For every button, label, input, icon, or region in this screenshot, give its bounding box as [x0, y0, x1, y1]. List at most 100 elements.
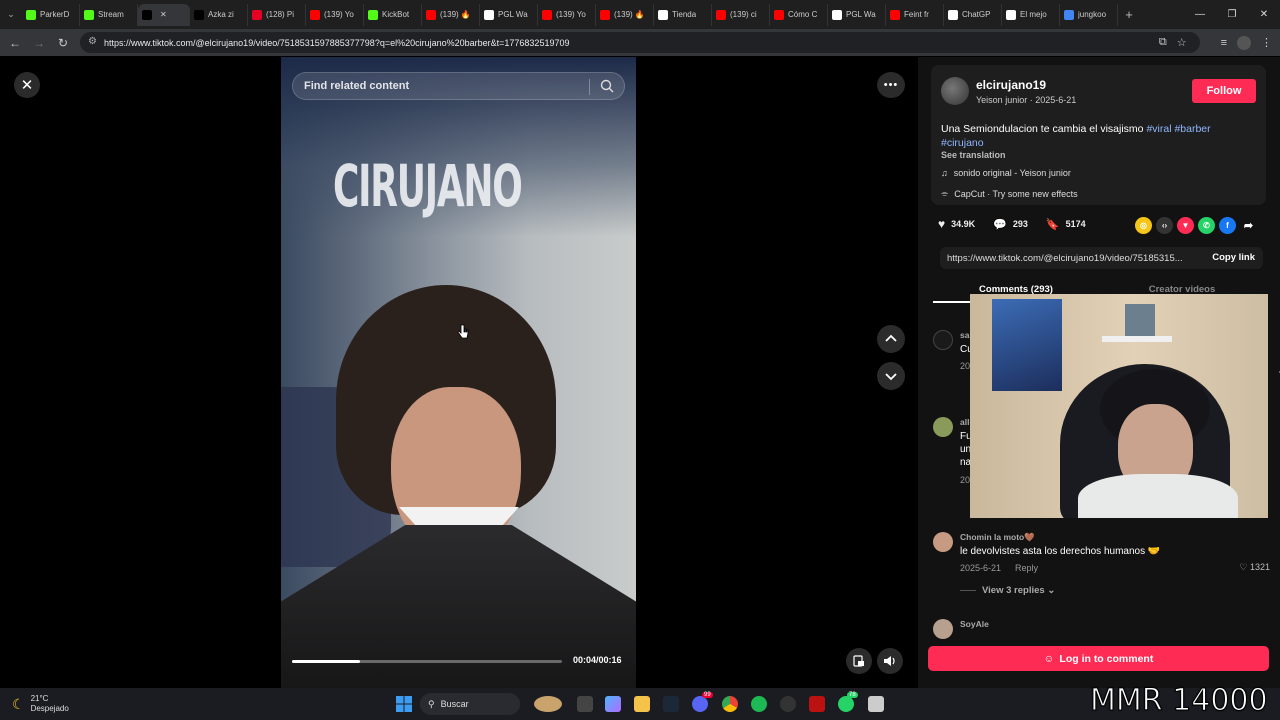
spotify-icon[interactable] — [751, 696, 767, 712]
coin-icon[interactable]: ◎ — [1135, 217, 1152, 234]
reply-button[interactable]: Reply — [1015, 563, 1038, 573]
close-video-button[interactable]: ✕ — [14, 72, 40, 98]
whatsapp-icon[interactable]: ✆ — [1198, 217, 1215, 234]
hashtag-link[interactable]: #barber — [1174, 123, 1210, 135]
new-tab-button[interactable]: + — [1118, 7, 1140, 22]
close-tab-icon[interactable]: ✕ — [160, 10, 167, 19]
video-progress-bar[interactable] — [292, 660, 562, 663]
browser-tab[interactable]: Tienda — [654, 3, 712, 26]
discord-icon[interactable] — [692, 696, 708, 712]
copilot-icon[interactable] — [605, 696, 621, 712]
restore-icon[interactable]: ❐ — [1216, 0, 1248, 29]
browser-tab[interactable]: (139) 🔥 — [596, 3, 654, 26]
view-replies-button[interactable]: View 3 replies ⌄ — [960, 585, 1055, 596]
mouse-cursor-icon — [457, 324, 469, 339]
browser-tab[interactable]: ChatGP — [944, 3, 1002, 26]
facebook-icon[interactable]: f — [1219, 217, 1236, 234]
browser-tab[interactable]: Feint fr — [886, 3, 944, 26]
copy-link-button[interactable]: Copy link — [1212, 252, 1255, 263]
find-related-search[interactable]: Find related content — [292, 72, 625, 100]
creator-username[interactable]: elcirujano19 — [976, 78, 1046, 92]
app-icon[interactable] — [780, 696, 796, 712]
commenter-name[interactable]: Chomin la moto🤎 — [960, 532, 1035, 543]
comment-like-button[interactable]: ♡ 1321 — [1239, 562, 1270, 573]
volume-button[interactable] — [877, 648, 903, 674]
comment-button[interactable]: 💬 293 — [993, 218, 1028, 231]
calculator-icon[interactable] — [868, 696, 884, 712]
discord-badge: 99 — [702, 692, 713, 698]
commenter-avatar[interactable] — [933, 330, 953, 350]
commenter-name[interactable]: SoyAle — [960, 619, 989, 629]
browser-tab[interactable]: (139) Yo — [538, 3, 596, 26]
weather-widget[interactable]: ☾ 21°C Despejado — [12, 694, 69, 714]
commenter-avatar[interactable] — [933, 417, 953, 437]
next-video-button[interactable] — [877, 362, 905, 390]
previous-video-button[interactable] — [877, 325, 905, 353]
webcam-overlay — [970, 294, 1268, 518]
media-icon[interactable]: ≡ — [1221, 37, 1227, 49]
whatsapp-icon[interactable] — [838, 696, 854, 712]
browser-tab[interactable]: (139) Yo — [306, 3, 364, 26]
browser-tab[interactable]: PGL Wa — [480, 3, 538, 26]
browser-tab[interactable]: KickBot — [364, 3, 422, 26]
commenter-name[interactable]: all — [960, 417, 969, 427]
browser-tab[interactable]: ✕ — [138, 3, 190, 26]
file-explorer-icon[interactable] — [634, 696, 650, 712]
forward-icon[interactable]: → — [27, 31, 51, 55]
back-icon[interactable]: ← — [3, 31, 27, 55]
menu-icon[interactable]: ⋮ — [1261, 36, 1272, 49]
capcut-link[interactable]: ⌯ CapCut · Try some new effects — [941, 188, 1078, 199]
address-bar[interactable]: ⚙ https://www.tiktok.com/@elcirujano19/v… — [80, 32, 1200, 53]
screen: ⌄ ParkerD Stream ✕ Azka zi (128) Pi (139) Yo K… — [0, 0, 1280, 720]
music-link[interactable]: ♫ sonido original - Yeison junior — [941, 168, 1071, 178]
tab-search-button[interactable]: ⌄ — [0, 4, 22, 26]
chrome-icon[interactable] — [722, 696, 738, 712]
embed-icon[interactable]: ‹› — [1156, 217, 1173, 234]
close-window-icon[interactable]: ✕ — [1248, 0, 1280, 29]
steam-icon[interactable] — [663, 696, 679, 712]
browser-tab[interactable]: (128) Pi — [248, 3, 306, 26]
video-player[interactable]: CIRUJANO Find related content 00:04/00:1… — [281, 57, 636, 688]
floating-player-button[interactable] — [846, 648, 872, 674]
commenter-avatar[interactable] — [933, 619, 953, 639]
tab-title: (139) ci — [730, 10, 757, 19]
login-to-comment-button[interactable]: ☺ Log in to comment — [928, 646, 1269, 671]
bookmark-icon: 🔖 — [1045, 218, 1060, 231]
commenter-avatar[interactable] — [933, 532, 953, 552]
install-icon[interactable]: ⧉ — [1159, 36, 1167, 49]
browser-tab[interactable]: (139) ci — [712, 3, 770, 26]
tab-favicon-icon — [310, 9, 320, 20]
reload-icon[interactable]: ↻ — [51, 31, 75, 55]
site-info-icon[interactable]: ⚙ — [88, 36, 97, 47]
anime-poster — [992, 299, 1062, 391]
send-icon[interactable]: ▼ — [1177, 217, 1194, 234]
browser-tab[interactable]: Azka zi — [190, 3, 248, 26]
browser-tab[interactable]: ParkerD — [22, 3, 80, 26]
hashtag-link[interactable]: #viral — [1146, 123, 1171, 135]
browser-tab[interactable]: PGL Wa — [828, 3, 886, 26]
browser-tab[interactable]: Stream — [80, 3, 138, 26]
more-options-button[interactable]: ••• — [877, 72, 905, 98]
hashtag-link[interactable]: #cirujano — [941, 137, 984, 149]
task-view-icon[interactable] — [577, 696, 593, 712]
browser-tab[interactable]: jungkoo — [1060, 3, 1118, 26]
minimize-icon[interactable]: — — [1184, 0, 1216, 29]
app-icon[interactable] — [809, 696, 825, 712]
browser-tab[interactable]: Cómo C — [770, 3, 828, 26]
follow-button[interactable]: Follow — [1192, 79, 1256, 103]
windows-start-icon[interactable] — [396, 696, 412, 712]
profile-icon[interactable] — [1237, 35, 1251, 50]
search-icon[interactable] — [600, 79, 614, 93]
widget-icon[interactable] — [534, 696, 562, 712]
bookmark-icon[interactable]: ☆ — [1177, 36, 1187, 49]
save-button[interactable]: 🔖 5174 — [1046, 218, 1086, 231]
video-link-field[interactable]: https://www.tiktok.com/@elcirujano19/vid… — [940, 247, 1263, 269]
share-arrow-icon[interactable]: ➦ — [1240, 217, 1257, 234]
browser-tab[interactable]: (139) 🔥 — [422, 3, 480, 26]
browser-tab[interactable]: El mejo — [1002, 3, 1060, 26]
creator-avatar[interactable] — [941, 77, 969, 105]
taskbar-search[interactable]: ⚲ Buscar — [420, 693, 520, 715]
commenter-name[interactable]: sa — [960, 330, 969, 340]
see-translation-link[interactable]: See translation — [941, 150, 1006, 160]
like-button[interactable]: ♥ 34.9K — [938, 217, 975, 231]
